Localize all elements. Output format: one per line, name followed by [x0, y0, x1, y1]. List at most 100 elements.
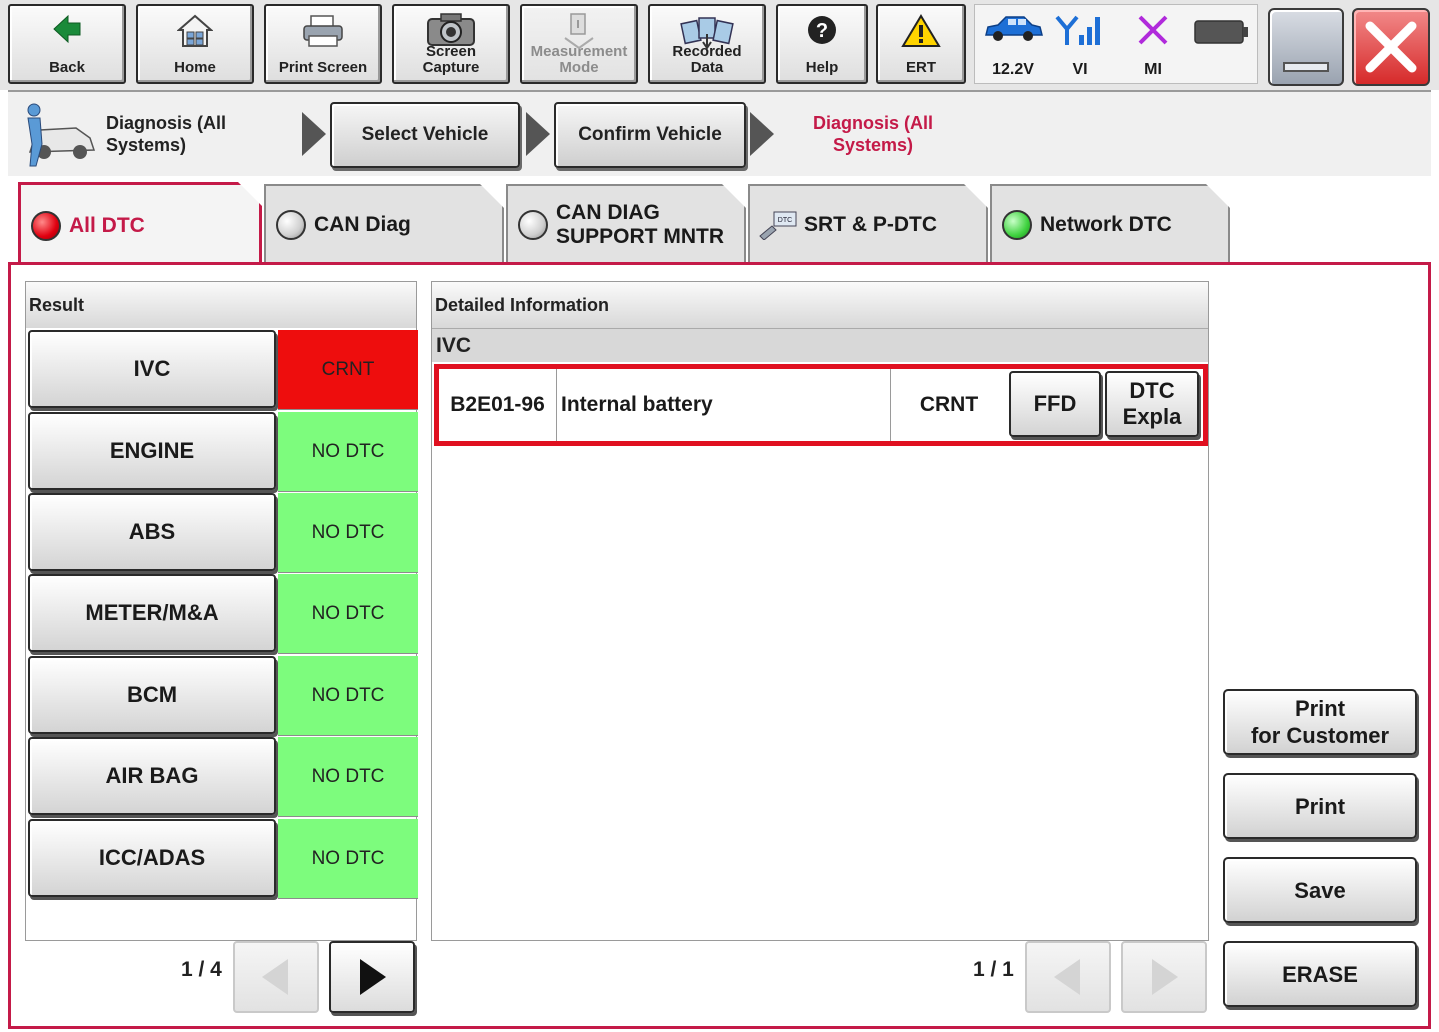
result-row: ABS NO DTC — [26, 493, 418, 575]
measurement-icon — [564, 13, 594, 50]
mi-label: MI — [1144, 61, 1162, 78]
dtc-row[interactable]: B2E01-96 Internal battery CRNT FFD DTC E… — [434, 364, 1208, 446]
print-for-customer-button[interactable]: Print for Customer — [1223, 689, 1417, 755]
red-led-icon — [31, 211, 61, 241]
print-screen-label: Print Screen — [278, 59, 368, 76]
back-arrow-icon — [53, 14, 81, 44]
toolbar: Back Home Print Screen Screen Capture Me… — [0, 0, 1439, 90]
car-icon — [985, 16, 1043, 41]
recorded-data-button[interactable]: Recorded Data — [648, 4, 766, 84]
help-icon: ? — [808, 16, 836, 44]
result-row: AIR BAG NO DTC — [26, 737, 418, 819]
ffd-button[interactable]: FFD — [1009, 371, 1101, 437]
dtc-status: CRNT — [919, 393, 979, 416]
status-panel: 12.2V VI MI — [974, 4, 1258, 84]
dtc-tool-icon: DTC — [756, 210, 800, 240]
recorded-data-icon — [680, 17, 734, 50]
home-icon — [177, 14, 213, 47]
left-arrow-icon — [262, 959, 288, 995]
system-button-bcm[interactable]: BCM — [28, 656, 276, 734]
status-cell: NO DTC — [278, 819, 418, 899]
system-button-air-bag[interactable]: AIR BAG — [28, 737, 276, 815]
back-label: Back — [49, 59, 85, 76]
status-cell: NO DTC — [278, 737, 418, 817]
result-row: METER/M&A NO DTC — [26, 574, 418, 656]
warning-icon — [901, 14, 941, 47]
ert-label: ERT — [906, 59, 936, 76]
svg-text:DTC: DTC — [778, 217, 792, 224]
tab-label: CAN DIAG SUPPORT MNTR — [556, 201, 724, 248]
breadcrumb-step-diagnosis: Diagnosis (All Systems) — [106, 113, 227, 155]
tab-can-diag[interactable]: CAN Diag — [264, 184, 504, 264]
help-button[interactable]: ? Help — [776, 4, 868, 84]
detail-next-page-button[interactable] — [1121, 941, 1207, 1013]
close-icon — [1365, 21, 1417, 73]
erase-button[interactable]: ERASE — [1223, 941, 1417, 1007]
system-button-abs[interactable]: ABS — [28, 493, 276, 571]
result-next-page-button[interactable] — [329, 941, 415, 1013]
tab-label: Network DTC — [1040, 213, 1172, 236]
measurement-mode-button[interactable]: Measurement Mode — [520, 4, 638, 84]
screen-capture-button[interactable]: Screen Capture — [392, 4, 510, 84]
tab-bar: All DTC CAN Diag CAN DIAG SUPPORT MNTR D… — [8, 178, 1431, 264]
disconnected-x-icon — [1138, 15, 1168, 45]
save-button[interactable]: Save — [1223, 857, 1417, 923]
result-header: Result — [26, 282, 416, 328]
status-cell: CRNT — [278, 330, 418, 410]
camera-icon — [427, 13, 475, 46]
voltage-label: 12.2V — [992, 61, 1034, 78]
back-button[interactable]: Back — [8, 4, 126, 84]
dtc-description: Internal battery — [557, 369, 891, 441]
right-arrow-icon — [1152, 959, 1178, 995]
tab-label: SRT & P-DTC — [804, 213, 937, 236]
system-button-ivc[interactable]: IVC — [28, 330, 276, 408]
printer-icon — [303, 15, 343, 47]
print-button[interactable]: Print — [1223, 773, 1417, 839]
tab-network-dtc[interactable]: Network DTC — [990, 184, 1230, 264]
ert-button[interactable]: ERT — [876, 4, 966, 84]
breadcrumb-arrow-icon — [750, 112, 774, 156]
home-button[interactable]: Home — [136, 4, 254, 84]
detail-header: Detailed Information — [432, 282, 1208, 328]
system-button-meter[interactable]: METER/M&A — [28, 574, 276, 652]
print-screen-button[interactable]: Print Screen — [264, 4, 382, 84]
breadcrumb: Diagnosis (All Systems) Select Vehicle C… — [8, 90, 1431, 176]
breadcrumb-arrow-icon — [302, 112, 326, 156]
vi-label: VI — [1072, 61, 1088, 78]
battery-voltage-indicator: 12.2V — [979, 5, 1047, 85]
right-arrow-icon — [360, 959, 386, 995]
tab-label: All DTC — [69, 213, 145, 237]
tab-all-dtc[interactable]: All DTC — [18, 182, 262, 266]
content-area: Result IVC CRNT ENGINE NO DTC ABS NO DTC… — [8, 262, 1431, 1029]
select-vehicle-button[interactable]: Select Vehicle — [330, 102, 520, 168]
system-button-engine[interactable]: ENGINE — [28, 412, 276, 490]
result-prev-page-button[interactable] — [233, 941, 319, 1013]
tab-can-diag-support-mntr[interactable]: CAN DIAG SUPPORT MNTR — [506, 184, 746, 264]
minimize-icon — [1283, 62, 1329, 72]
home-label: Home — [174, 59, 216, 76]
tab-srt-p-dtc[interactable]: DTC SRT & P-DTC — [748, 184, 988, 264]
help-label: Help — [805, 59, 839, 76]
result-row: BCM NO DTC — [26, 656, 418, 738]
detail-system-name: IVC — [432, 328, 1208, 362]
status-cell: NO DTC — [278, 574, 418, 654]
battery-icon — [1194, 20, 1248, 44]
vi-indicator: VI — [1051, 5, 1109, 85]
dtc-explanation-button[interactable]: DTC Expla — [1105, 371, 1199, 437]
technician-car-icon — [27, 103, 96, 167]
battery-indicator — [1189, 5, 1253, 85]
dtc-code: B2E01-96 — [439, 369, 557, 441]
breadcrumb-current-step: Diagnosis (All Systems) — [812, 113, 933, 155]
gray-led-icon — [518, 210, 548, 240]
detail-panel: Detailed Information IVC B2E01-96 Intern… — [431, 281, 1209, 941]
mi-indicator: MI — [1121, 5, 1185, 85]
status-cell: NO DTC — [278, 493, 418, 573]
detail-prev-page-button[interactable] — [1025, 941, 1111, 1013]
result-panel: Result IVC CRNT ENGINE NO DTC ABS NO DTC… — [25, 281, 418, 941]
result-page-indicator: 1 / 4 — [181, 958, 222, 981]
system-button-icc-adas[interactable]: ICC/ADAS — [28, 819, 276, 897]
confirm-vehicle-button[interactable]: Confirm Vehicle — [554, 102, 746, 168]
status-cell: NO DTC — [278, 412, 418, 492]
minimize-button[interactable] — [1268, 8, 1344, 86]
close-button[interactable] — [1352, 8, 1430, 86]
